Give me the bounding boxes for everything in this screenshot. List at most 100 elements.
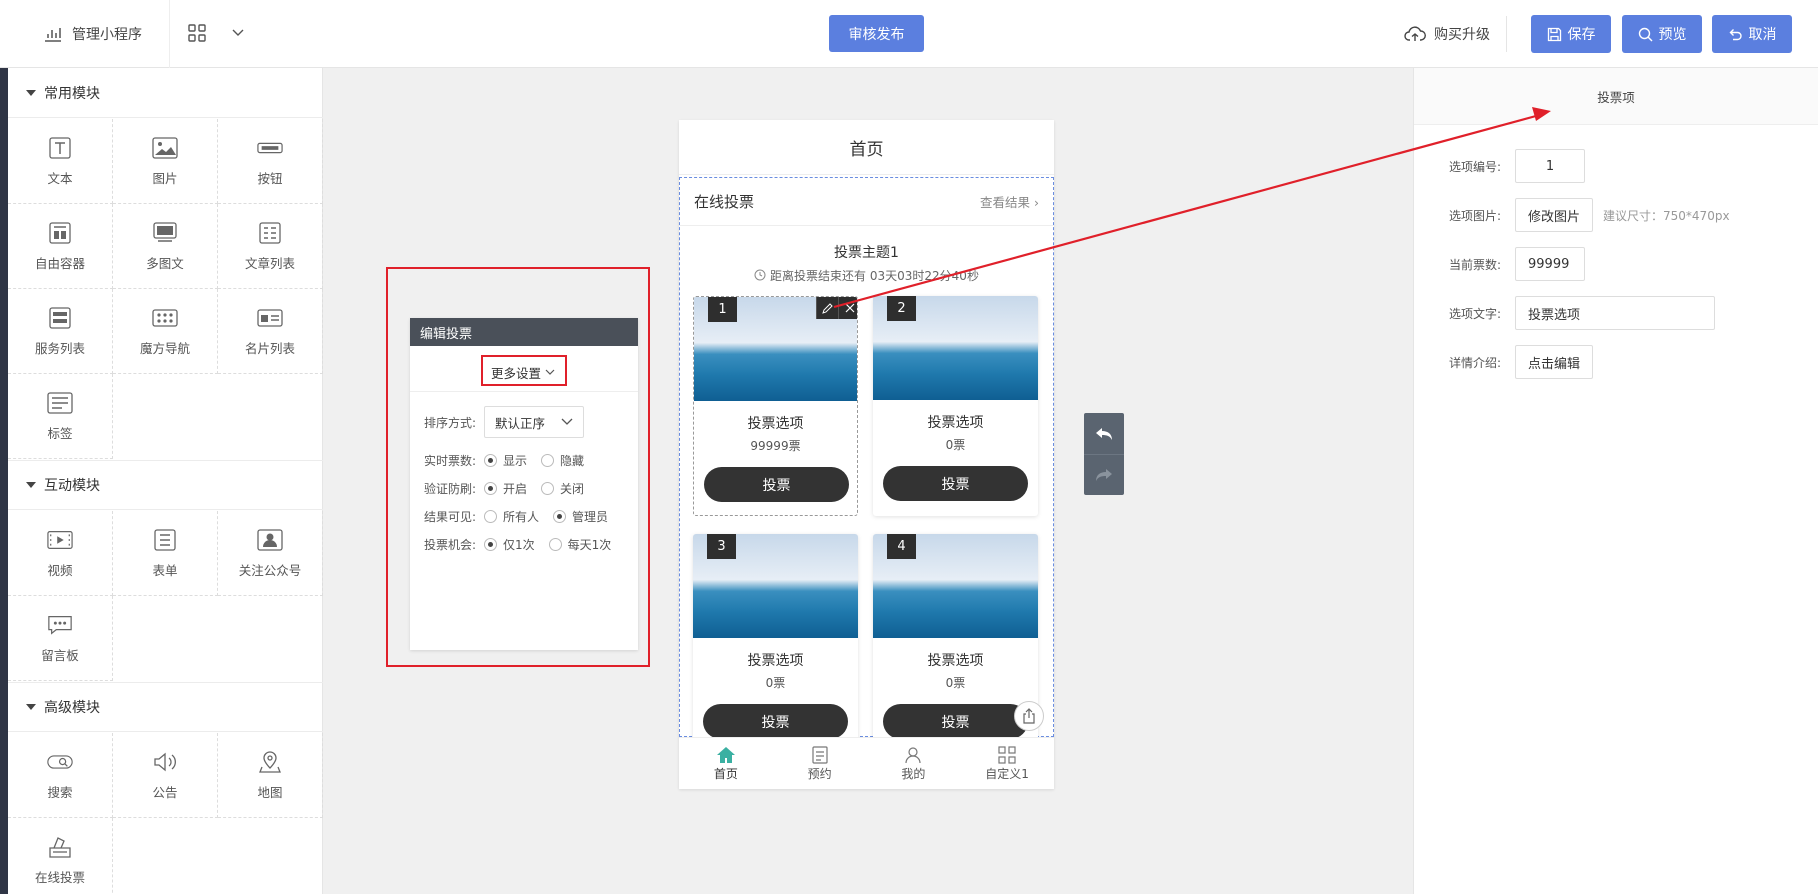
document-icon	[812, 745, 828, 765]
vote-topic: 投票主题1	[834, 245, 899, 261]
container-icon	[47, 221, 73, 245]
tab-mine[interactable]: 我的	[867, 738, 961, 789]
module-message-board[interactable]: 留言板	[8, 596, 113, 681]
option-name: 投票选项	[927, 415, 984, 431]
radio-dot	[548, 538, 562, 551]
more-settings-button[interactable]: 更多设置	[482, 358, 564, 386]
radio-dot	[484, 482, 497, 495]
radio-admin[interactable]: 管理员	[553, 508, 608, 525]
vote-button[interactable]: 投票	[703, 704, 848, 739]
sort-value: 默认正序	[495, 415, 546, 431]
section-advanced[interactable]: 高级模块	[8, 682, 323, 732]
option-name: 投票选项	[747, 416, 804, 432]
edit-detail-button[interactable]: 点击编辑	[1515, 345, 1594, 379]
section-common[interactable]: 常用模块	[8, 68, 323, 118]
option-number: 4	[887, 534, 916, 559]
multi-image-text-icon	[152, 221, 178, 245]
vote-card[interactable]: 2 投票选项 0票 投票	[873, 296, 1038, 516]
module-notice[interactable]: 公告	[113, 733, 218, 818]
vote-module[interactable]: 在线投票 查看结果 › 投票主题1 距离投票结束还有 03天03时22分40秒 …	[679, 177, 1054, 754]
module-service-list[interactable]: 服务列表	[8, 289, 113, 374]
vote-card[interactable]: 3 投票选项 0票 投票	[693, 534, 858, 754]
caret-down-icon	[26, 704, 36, 710]
property-panel-title: 投票项	[1414, 68, 1818, 125]
save-button[interactable]: 保存	[1531, 15, 1611, 53]
undo-arrow-icon	[1096, 427, 1112, 440]
radio-on[interactable]: 开启	[484, 480, 527, 497]
publish-button[interactable]: 审核发布	[829, 15, 924, 52]
clock-icon	[754, 269, 766, 281]
service-list-icon	[47, 306, 73, 330]
module-card-list[interactable]: 名片列表	[218, 289, 323, 374]
section-title: 常用模块	[44, 85, 100, 102]
preview-button[interactable]: 预览	[1622, 15, 1702, 53]
tab-booking[interactable]: 预约	[773, 738, 867, 789]
caret-down-icon	[26, 482, 36, 488]
module-tag[interactable]: 标签	[8, 374, 113, 459]
countdown: 距离投票结束还有 03天03时22分40秒	[680, 267, 1053, 284]
cloud-upload-icon	[1404, 26, 1426, 41]
radio-dot	[484, 454, 497, 467]
tab-home[interactable]: 首页	[679, 738, 773, 789]
close-icon[interactable]	[838, 297, 857, 319]
vote-card[interactable]: 1 投票选项 99999票 投票	[693, 296, 858, 516]
pencil-icon[interactable]	[816, 297, 838, 319]
option-text-input[interactable]: 投票选项	[1515, 296, 1715, 330]
sort-select[interactable]: 默认正序	[484, 406, 584, 438]
manage-miniprogram-link[interactable]: 管理小程序	[0, 0, 170, 68]
option-number-row: 选项编号: 1	[1449, 149, 1585, 183]
brand-label: 管理小程序	[72, 27, 142, 43]
module-image[interactable]: 图片	[113, 119, 218, 204]
radio-everyone[interactable]: 所有人	[484, 508, 539, 525]
vote-card[interactable]: 4 投票选项 0票 投票	[873, 534, 1038, 754]
module-button[interactable]: 按钮	[218, 119, 323, 204]
magic-nav-icon	[152, 306, 178, 330]
share-button[interactable]	[1014, 701, 1044, 731]
change-image-button[interactable]: 修改图片	[1515, 198, 1594, 232]
cancel-button[interactable]: 取消	[1712, 15, 1792, 53]
module-video[interactable]: 视频	[8, 511, 113, 596]
section-title: 高级模块	[44, 700, 100, 716]
module-magic-nav[interactable]: 魔方导航	[113, 289, 218, 374]
bar-chart-icon	[45, 28, 61, 42]
current-votes-input[interactable]: 99999	[1515, 247, 1585, 281]
option-votes: 0票	[945, 676, 966, 690]
message-board-icon	[47, 613, 73, 637]
module-search[interactable]: 搜索	[8, 733, 113, 818]
section-interactive[interactable]: 互动模块	[8, 460, 323, 510]
radio-hide[interactable]: 隐藏	[541, 452, 584, 469]
module-multi-image-text[interactable]: 多图文	[113, 204, 218, 289]
buy-upgrade-link[interactable]: 购买升级	[1404, 24, 1490, 44]
form-icon	[152, 528, 178, 552]
module-text[interactable]: 文本	[8, 119, 113, 204]
tab-custom[interactable]: 自定义1	[960, 738, 1054, 789]
apps-switcher[interactable]	[188, 24, 244, 42]
radio-once[interactable]: 仅1次	[484, 536, 535, 553]
save-label: 保存	[1567, 27, 1596, 43]
vote-button[interactable]: 投票	[883, 704, 1028, 739]
module-online-vote[interactable]: 在线投票	[8, 818, 113, 894]
module-follow-account[interactable]: 关注公众号	[218, 511, 323, 596]
share-icon	[1023, 708, 1035, 724]
vote-button[interactable]: 投票	[883, 466, 1028, 501]
current-votes-row: 当前票数: 99999	[1449, 247, 1585, 281]
module-free-container[interactable]: 自由容器	[8, 204, 113, 289]
vote-module-header: 在线投票 查看结果 ›	[680, 178, 1053, 226]
module-form[interactable]: 表单	[113, 511, 218, 596]
module-map[interactable]: 地图	[218, 733, 323, 818]
radio-daily[interactable]: 每天1次	[548, 536, 611, 553]
redo-button[interactable]	[1084, 454, 1124, 495]
radio-dot	[541, 454, 555, 467]
text-icon	[47, 136, 73, 160]
view-result-link[interactable]: 查看结果 ›	[980, 192, 1039, 211]
video-icon	[47, 528, 73, 552]
radio-show[interactable]: 显示	[484, 452, 527, 469]
option-votes: 99999票	[750, 439, 801, 453]
option-number-input[interactable]: 1	[1515, 149, 1585, 183]
module-article-list[interactable]: 文章列表	[218, 204, 323, 289]
vote-button[interactable]: 投票	[704, 467, 849, 502]
image-size-hint: 建议尺寸：750*470px	[1603, 208, 1730, 223]
radio-off[interactable]: 关闭	[541, 480, 584, 497]
search-icon	[47, 750, 73, 774]
undo-button[interactable]	[1084, 413, 1124, 454]
